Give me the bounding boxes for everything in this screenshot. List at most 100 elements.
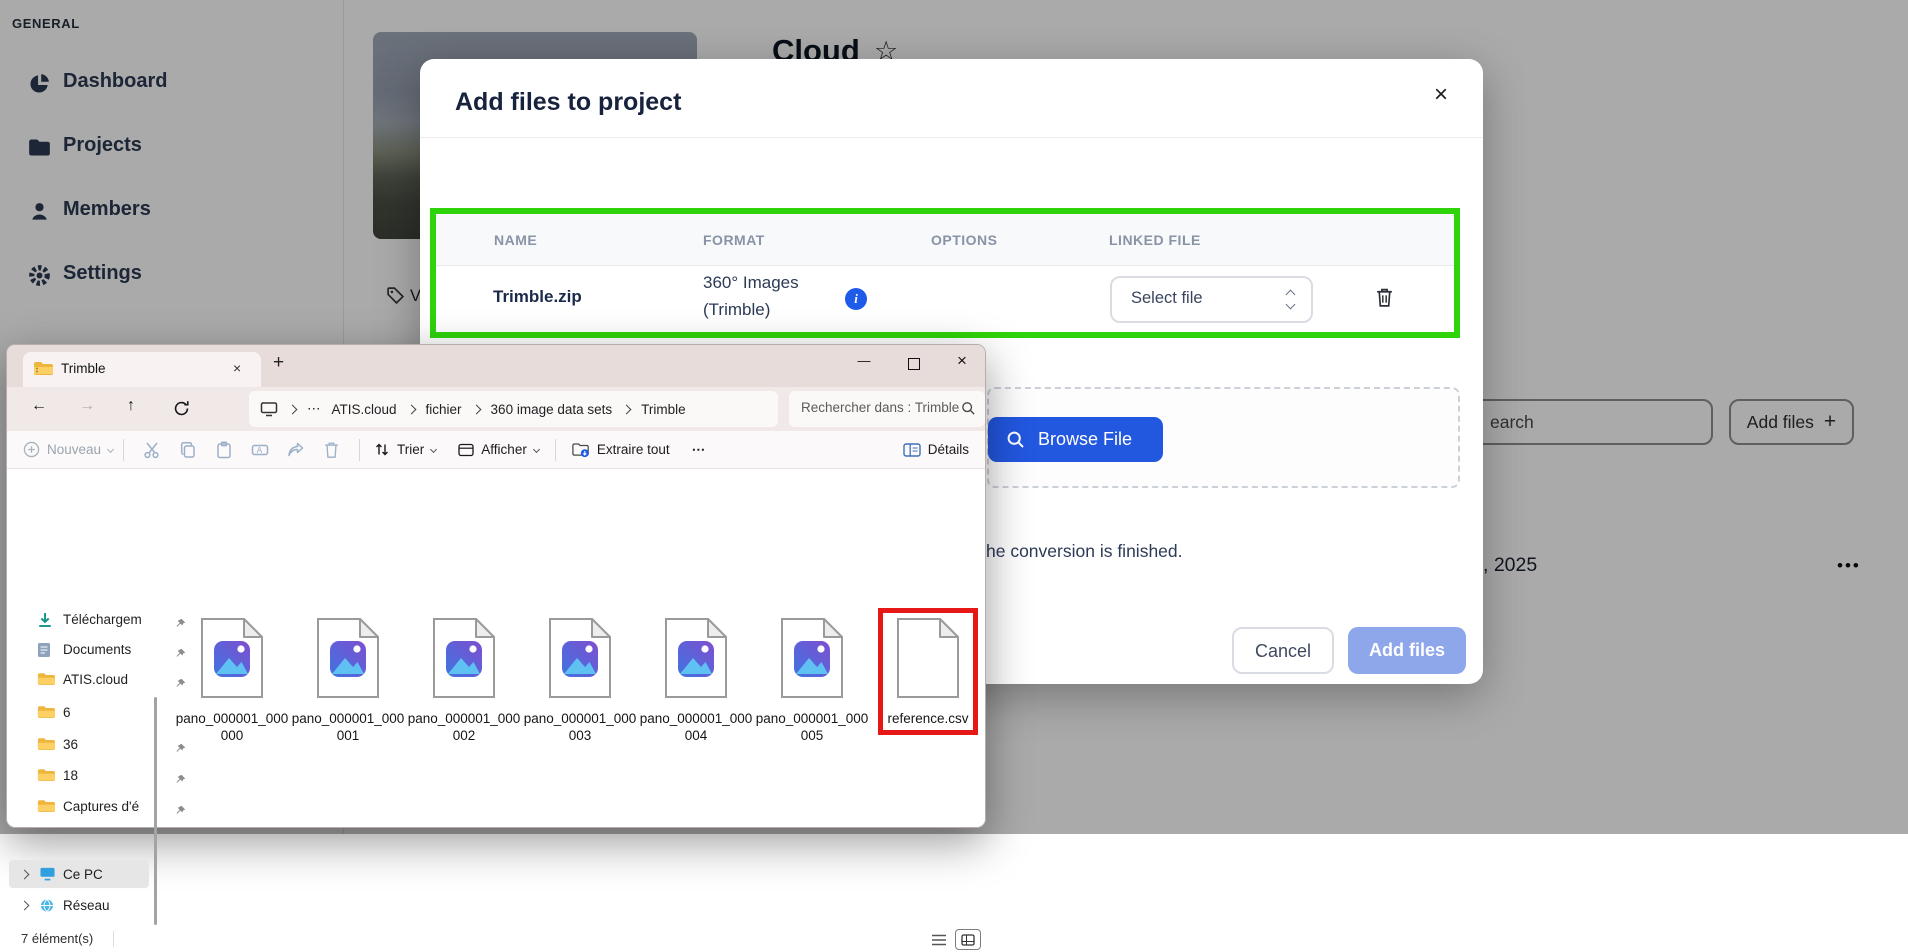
file-label: 003: [522, 728, 638, 745]
tab-close-icon[interactable]: ×: [233, 360, 241, 376]
add-files-submit-button[interactable]: Add files: [1348, 627, 1466, 674]
explorer-search-placeholder: Rechercher dans : Trimble: [801, 400, 959, 415]
cut-icon[interactable]: [143, 441, 161, 459]
file-grid: pano_000001_000 000 pano_000001_000 001 …: [174, 617, 986, 744]
expand-chevron-icon[interactable]: [20, 901, 30, 911]
explorer-tab-bar: Trimble × + — ×: [7, 345, 985, 387]
select-chevrons-icon: [1287, 291, 1294, 308]
refresh-icon[interactable]: [173, 400, 190, 422]
up-arrow-icon[interactable]: ↑: [127, 397, 135, 415]
window-maximize-icon[interactable]: [908, 358, 920, 370]
explorer-body: Téléchargem Documents ATIS.cloud 6 36 18: [7, 469, 985, 803]
table-row: Trimble.zip 360° Images (Trimble) i Sele…: [436, 266, 1454, 332]
column-header-name: NAME: [494, 214, 537, 266]
file-label: pano_000001_000: [638, 711, 754, 728]
list-view-icon[interactable]: [931, 933, 947, 952]
sidebar-item-documents[interactable]: Documents: [7, 637, 153, 663]
conversion-note: he conversion is finished.: [986, 541, 1183, 562]
thumbnail-view-icon[interactable]: [955, 929, 981, 950]
breadcrumb[interactable]: ⋯ ATIS.cloud fichier 360 image data sets…: [249, 391, 778, 427]
trash-icon[interactable]: [1375, 287, 1394, 313]
browse-file-button[interactable]: Browse File: [988, 417, 1163, 462]
sort-arrows-icon: [374, 442, 390, 457]
view-button[interactable]: Afficher: [458, 442, 539, 457]
toolbar-divider: [359, 439, 360, 461]
sidebar-item-atis-cloud[interactable]: ATIS.cloud: [7, 667, 153, 693]
rename-icon[interactable]: A: [251, 441, 269, 459]
breadcrumb-separator-icon: [622, 405, 632, 415]
explorer-search-input[interactable]: Rechercher dans : Trimble: [789, 391, 985, 427]
sort-button-label: Trier: [397, 442, 424, 457]
linked-file-select[interactable]: Select file: [1110, 276, 1313, 323]
new-button[interactable]: Nouveau: [23, 441, 113, 458]
back-arrow-icon[interactable]: ←: [31, 397, 47, 415]
toolbar-more-icon[interactable]: ⋯: [692, 442, 706, 458]
details-pane-button[interactable]: Détails: [903, 442, 969, 457]
status-divider: [113, 931, 114, 947]
file-format-line1: 360° Images: [703, 273, 799, 293]
sort-button[interactable]: Trier: [374, 442, 436, 457]
toolbar-divider: [123, 439, 124, 461]
search-icon: [961, 401, 976, 416]
sidebar-item-network[interactable]: Réseau: [7, 893, 153, 919]
nav-item-label: Captures d'é: [63, 794, 139, 820]
breadcrumb-item[interactable]: Trimble: [641, 402, 686, 417]
file-name-cell: Trimble.zip: [493, 287, 582, 307]
paste-icon[interactable]: [215, 441, 233, 459]
nav-item-label: ATIS.cloud: [63, 667, 128, 693]
svg-text:A: A: [257, 444, 263, 454]
info-icon[interactable]: i: [845, 288, 867, 310]
sidebar-item-folder-6[interactable]: 6: [7, 700, 153, 726]
file-item-pano-000001[interactable]: pano_000001_000 001: [290, 617, 406, 744]
file-explorer-window: Trimble × + — × ← → ↑ ⋯ ATIS.cloud fichi…: [6, 344, 986, 828]
nav-scrollbar[interactable]: [154, 697, 157, 925]
file-label: 002: [406, 728, 522, 745]
extract-all-button[interactable]: Extraire tout: [572, 442, 670, 458]
window-close-icon[interactable]: ×: [950, 351, 974, 371]
explorer-tab[interactable]: Trimble ×: [23, 352, 261, 387]
file-item-pano-000002[interactable]: pano_000001_000 002: [406, 617, 522, 744]
nav-item-label: Réseau: [63, 893, 110, 919]
sidebar-item-folder-18[interactable]: 18: [7, 763, 153, 789]
column-header-options: OPTIONS: [931, 214, 998, 266]
network-icon: [39, 898, 55, 913]
file-label: pano_000001_000: [522, 711, 638, 728]
nav-item-label: 6: [63, 700, 71, 726]
breadcrumb-ellipsis[interactable]: ⋯: [307, 401, 321, 417]
sidebar-item-downloads[interactable]: Téléchargem: [7, 607, 153, 633]
folder-icon: [37, 672, 55, 687]
window-minimize-icon[interactable]: —: [852, 353, 876, 368]
explorer-tab-title: Trimble: [61, 361, 106, 376]
breadcrumb-item[interactable]: fichier: [426, 402, 462, 417]
nav-item-label: Documents: [63, 637, 131, 663]
sidebar-item-this-pc[interactable]: Ce PC: [7, 861, 153, 889]
explorer-toolbar: Nouveau A Trier Afficher Extraire tout ⋯: [7, 431, 985, 469]
breadcrumb-item[interactable]: 360 image data sets: [491, 402, 613, 417]
file-item-pano-000004[interactable]: pano_000001_000 004: [638, 617, 754, 744]
file-label: pano_000001_000: [754, 711, 870, 728]
copy-icon[interactable]: [179, 441, 197, 459]
explorer-address-bar: ← → ↑ ⋯ ATIS.cloud fichier 360 image dat…: [7, 387, 985, 431]
image-file-icon: [548, 617, 612, 699]
explorer-status-bar: 7 élément(s): [7, 927, 985, 952]
cancel-button[interactable]: Cancel: [1232, 627, 1334, 674]
sidebar-item-folder-36[interactable]: 36: [7, 732, 153, 758]
details-pane-icon: [903, 443, 921, 457]
breadcrumb-item[interactable]: ATIS.cloud: [332, 402, 397, 417]
share-icon[interactable]: [287, 441, 305, 459]
expand-chevron-icon[interactable]: [20, 870, 30, 880]
file-item-pano-000000[interactable]: pano_000001_000 000: [174, 617, 290, 744]
sidebar-item-screenshots[interactable]: Captures d'é: [7, 794, 153, 820]
close-icon[interactable]: ×: [1434, 81, 1448, 109]
new-tab-icon[interactable]: +: [273, 352, 284, 374]
file-item-pano-000003[interactable]: pano_000001_000 003: [522, 617, 638, 744]
delete-icon[interactable]: [323, 441, 340, 459]
file-format-line2: (Trimble): [703, 300, 770, 320]
breadcrumb-separator-icon: [471, 405, 481, 415]
modal-header-divider: [420, 137, 1483, 138]
file-label: 001: [290, 728, 406, 745]
folder-icon: [37, 799, 55, 814]
forward-arrow-icon[interactable]: →: [79, 397, 95, 415]
file-label: 000: [174, 728, 290, 745]
file-item-pano-000005[interactable]: pano_000001_000 005: [754, 617, 870, 744]
